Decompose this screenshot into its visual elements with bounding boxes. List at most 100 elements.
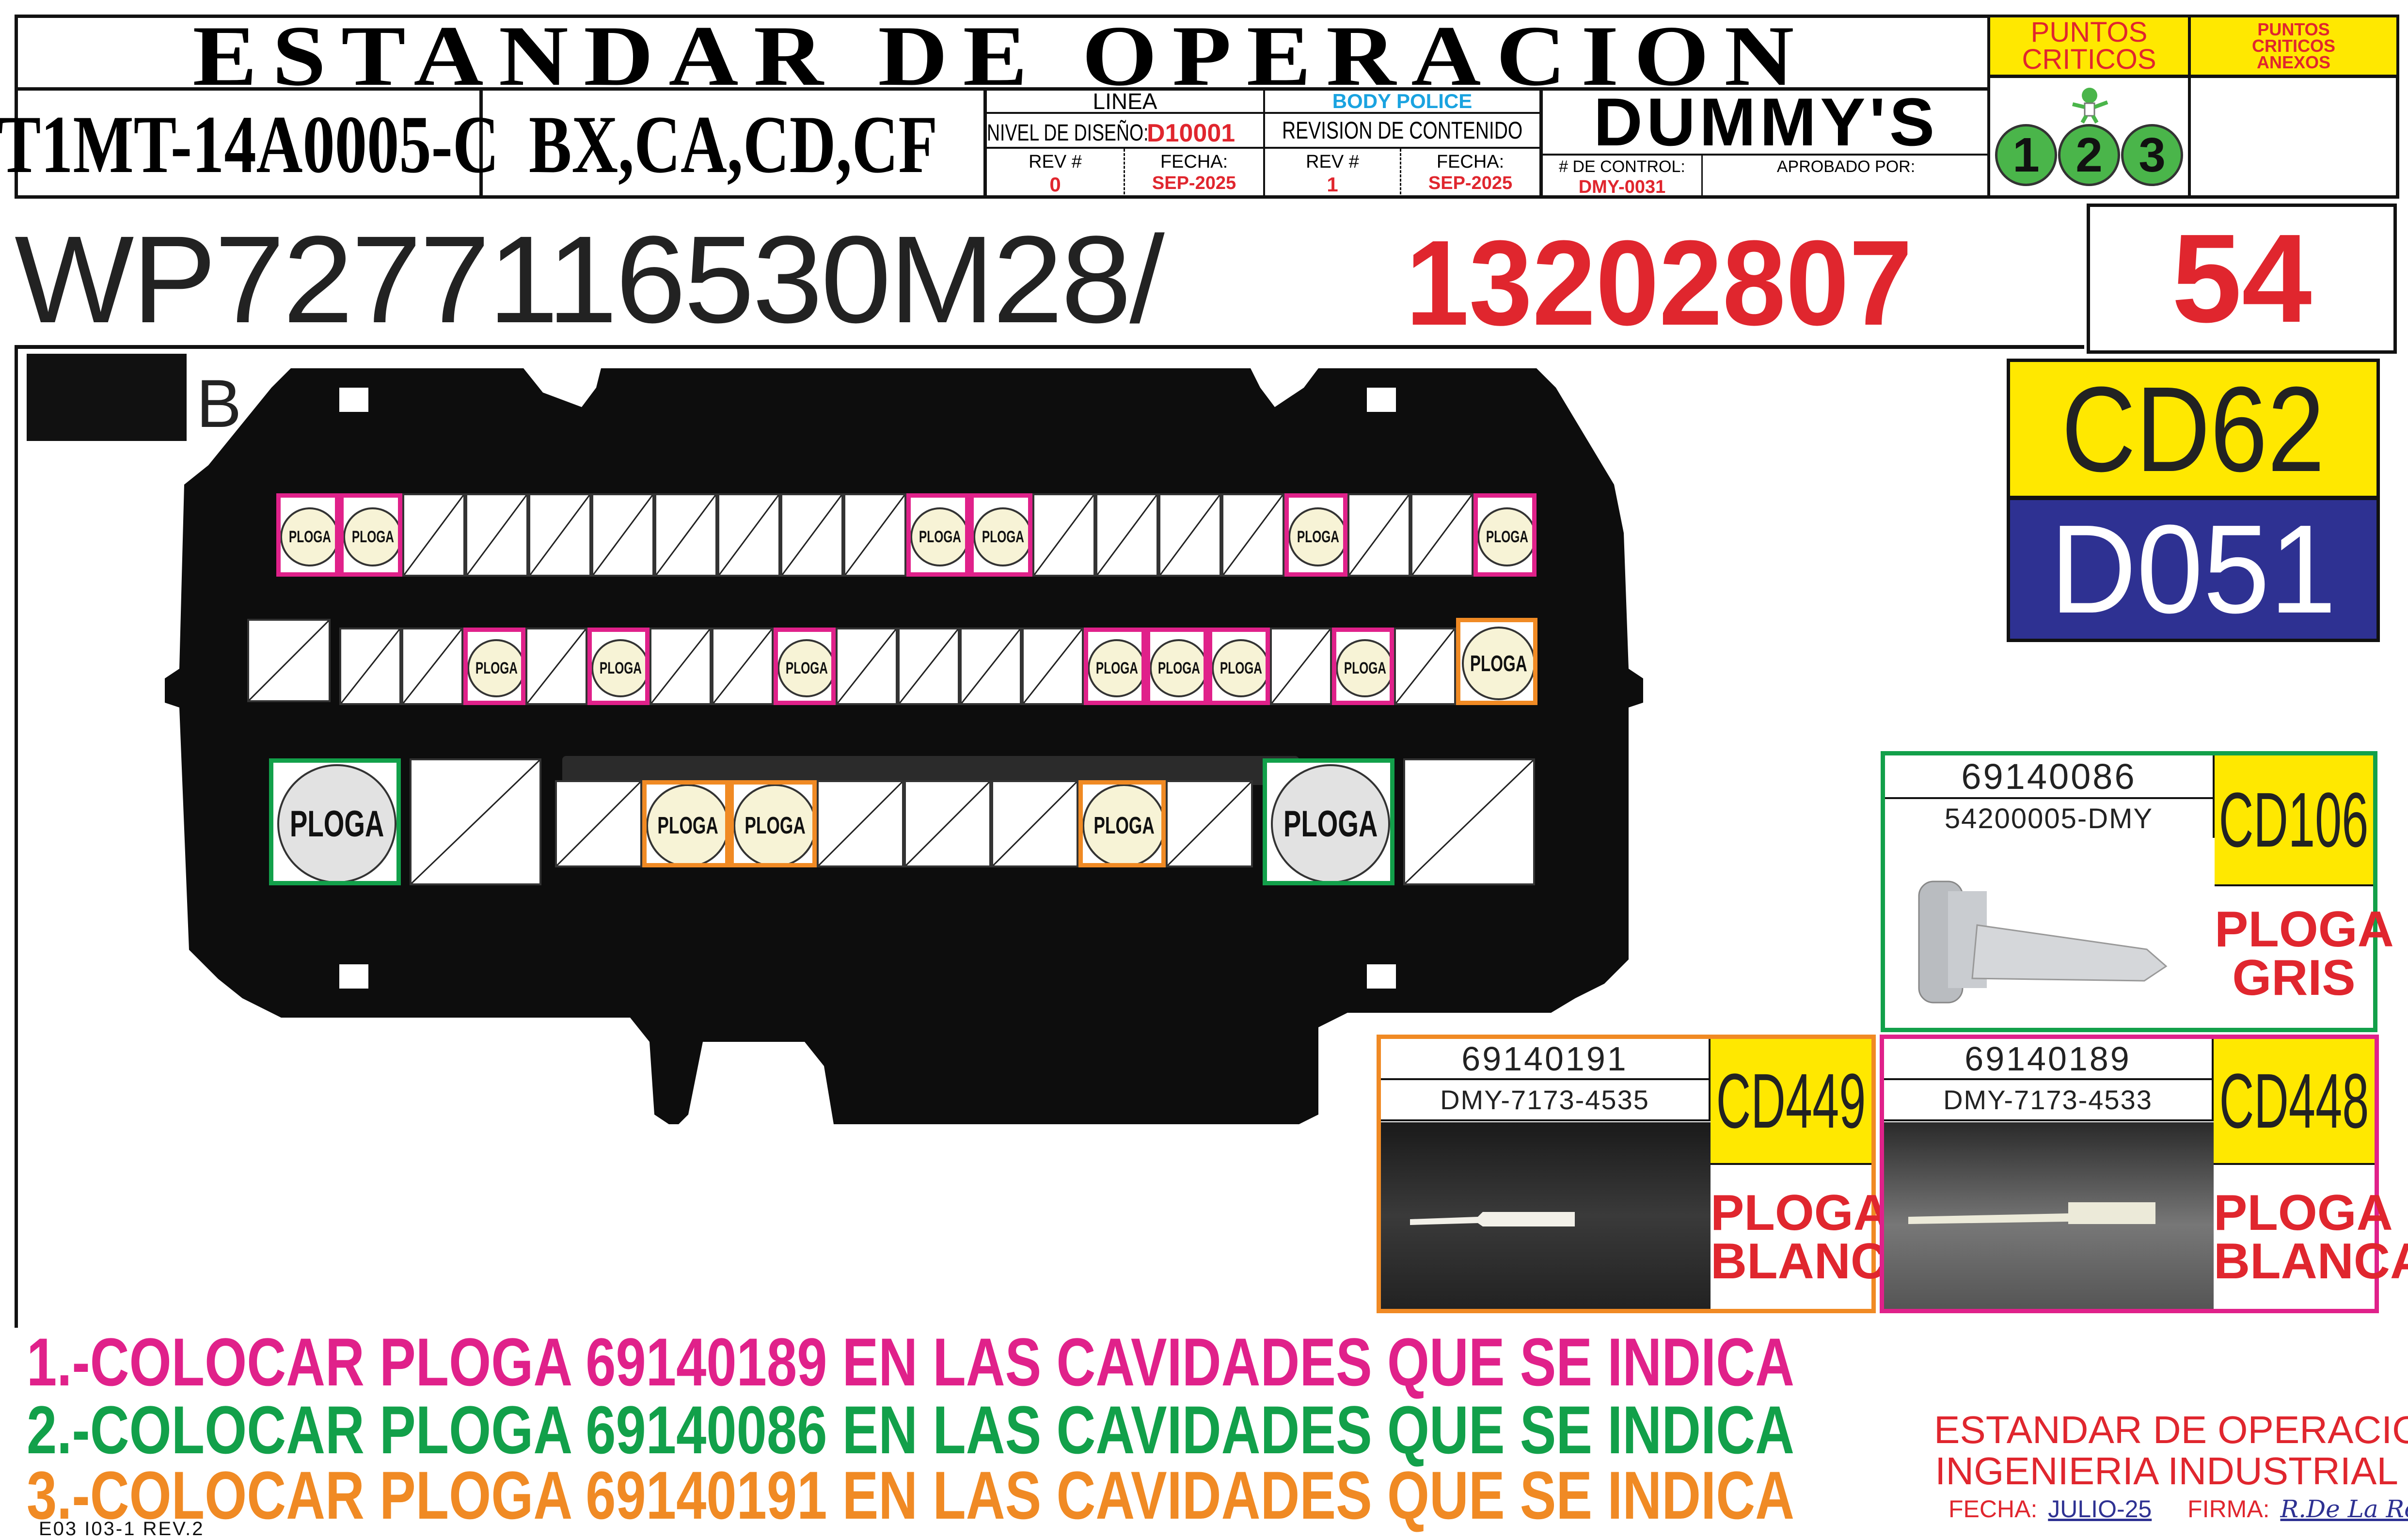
cavity-row-1: PLOGA PLOGA PLOGA PLOGA PLOGA PLOGA <box>276 493 1537 577</box>
empty-cavity <box>712 628 774 705</box>
ploga-plug-icon: PLOGA <box>911 507 965 566</box>
empty-cavity <box>717 493 780 577</box>
empty-cavity <box>1403 758 1535 885</box>
ploga-plug-icon: PLOGA <box>468 639 521 697</box>
cavity-row-2: PLOGA PLOGA PLOGA PLOGA PLOGA PLOGA PLOGA PLOGA <box>247 618 1566 710</box>
empty-cavity <box>555 780 642 867</box>
ploga-plug-icon: PLOGA <box>1336 639 1390 697</box>
number-box: 54 <box>2087 204 2397 354</box>
ploga-cavity: PLOGA <box>1473 493 1537 577</box>
part-card-69140191: 69140191 DMY-7173-4535 CD449 PLOGA BLANC… <box>1377 1035 1923 1313</box>
cd448-label: CD448 <box>2214 1039 2375 1165</box>
empty-cavity <box>591 493 654 577</box>
empty-cavity <box>1158 493 1221 577</box>
ploga-cavity: PLOGA <box>642 780 729 867</box>
empty-cavity <box>465 493 528 577</box>
ploga-plug-icon: PLOGA <box>1088 639 1141 697</box>
empty-cavity <box>1347 493 1410 577</box>
empty-cavity <box>1270 628 1332 705</box>
ploga-cavity: PLOGA <box>587 628 650 705</box>
instruction-1: 1.-COLOCAR PLOGA 69140189 EN LAS CAVIDAD… <box>27 1324 1794 1400</box>
d-code-box: D051 <box>2007 497 2380 642</box>
cd449-label: CD449 <box>1711 1039 1871 1165</box>
empty-cavity <box>836 628 898 705</box>
empty-cavity <box>1394 628 1456 705</box>
empty-cavity <box>1166 780 1253 867</box>
ploga-cavity: PLOGA <box>463 628 525 705</box>
empty-cavity <box>650 628 712 705</box>
ploga-cavity: PLOGA <box>1263 758 1394 885</box>
empty-cavity <box>1032 493 1095 577</box>
ploga-plug-icon: PLOGA <box>344 507 398 566</box>
empty-cavity <box>247 619 331 702</box>
ploga-plug-icon: PLOGA <box>1462 627 1533 700</box>
ploga-cavity: PLOGA <box>969 493 1032 577</box>
cd-code-box: CD62 <box>2007 359 2380 499</box>
ploga-plug-icon: PLOGA <box>1478 507 1532 566</box>
ploga-plug-icon: PLOGA <box>647 785 725 863</box>
ploga-cavity: PLOGA <box>1084 628 1146 705</box>
empty-cavity <box>904 780 991 867</box>
anexos-empty-box <box>2188 75 2399 199</box>
puntos-criticos-box: PUNTOS CRITICOS <box>1987 15 2191 78</box>
cavity-row-3: PLOGA PLOGA PLOGA PLOGA PLOGA <box>269 758 1539 889</box>
ploga-plug-icon: PLOGA <box>1083 785 1161 863</box>
empty-cavity <box>339 628 401 705</box>
part-card-69140189: 69140189 DMY-7173-4533 CD448 PLOGA BLANC… <box>1880 1035 2408 1313</box>
ploga-cavity: PLOGA <box>1078 780 1166 867</box>
empty-cavity <box>654 493 717 577</box>
ploga-plug-icon: PLOGA <box>1150 639 1204 697</box>
ploga-cavity: PLOGA <box>339 493 402 577</box>
ploga-plug-icon: PLOGA <box>1212 639 1266 697</box>
empty-cavity <box>1022 628 1084 705</box>
ploga-cavity: PLOGA <box>1332 628 1394 705</box>
critical-levels-box: 1 2 3 <box>1987 75 2191 199</box>
empty-cavity <box>1221 493 1284 577</box>
connector-area-border <box>15 349 18 1328</box>
empty-cavity <box>1095 493 1158 577</box>
part-card-69140086: 69140086 54200005-DMY CD106 PLOGA GRIS <box>1881 751 2394 1032</box>
critical-level-3: 3 <box>2121 124 2183 186</box>
empty-cavity <box>817 780 904 867</box>
empty-cavity <box>1410 493 1473 577</box>
empty-cavity <box>991 780 1078 867</box>
empty-cavity <box>528 493 591 577</box>
ploga-blanca-photo-1 <box>1381 1122 1711 1309</box>
footer-stamp: ESTANDAR DE OPERACION INGENIERIA INDUSTR… <box>1934 1408 2408 1523</box>
connector-body <box>165 368 1643 1124</box>
empty-cavity <box>843 493 906 577</box>
empty-cavity <box>401 628 463 705</box>
ploga-gris-icon <box>1904 852 2195 1017</box>
puntos-criticos-anexos-box: PUNTOS CRITICOS ANEXOS <box>2188 15 2399 78</box>
ploga-cavity: PLOGA <box>1284 493 1347 577</box>
ploga-blanca-photo-2 <box>1884 1122 2214 1309</box>
instruction-3: 3.-COLOCAR PLOGA 69140191 EN LAS CAVIDAD… <box>27 1457 1794 1533</box>
ploga-plug-icon: PLOGA <box>734 785 812 863</box>
ploga-plug-icon: PLOGA <box>281 507 335 566</box>
ploga-cavity: PLOGA <box>276 493 339 577</box>
ploga-cavity: PLOGA <box>1456 618 1537 705</box>
empty-cavity <box>402 493 465 577</box>
cd106-label: CD106 <box>2215 755 2373 886</box>
ploga-plug-icon: PLOGA <box>778 639 831 697</box>
ploga-cavity: PLOGA <box>1146 628 1208 705</box>
empty-cavity <box>960 628 1022 705</box>
ploga-cavity: PLOGA <box>906 493 969 577</box>
ploga-cavity: PLOGA <box>269 758 401 885</box>
ploga-cavity: PLOGA <box>774 628 836 705</box>
empty-cavity <box>410 758 541 885</box>
mascot-icon <box>2068 85 2111 124</box>
ploga-plug-icon: PLOGA <box>1271 764 1390 881</box>
ploga-cavity: PLOGA <box>729 780 817 867</box>
empty-cavity <box>780 493 843 577</box>
ploga-plug-icon: PLOGA <box>277 764 396 881</box>
footer-doc-id: E03 I03-1 REV.2 <box>39 1518 205 1540</box>
ploga-cavity: PLOGA <box>1208 628 1270 705</box>
empty-cavity <box>898 628 960 705</box>
critical-level-2: 2 <box>2058 124 2120 186</box>
ploga-plug-icon: PLOGA <box>974 507 1028 566</box>
empty-cavity <box>525 628 587 705</box>
ploga-plug-icon: PLOGA <box>592 639 645 697</box>
ploga-plug-icon: PLOGA <box>1289 507 1343 566</box>
critical-level-1: 1 <box>1995 124 2057 186</box>
